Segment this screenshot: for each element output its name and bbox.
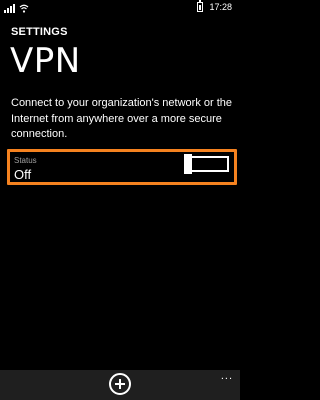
status-bar: 17:28 bbox=[0, 0, 240, 16]
more-options-button[interactable]: ... bbox=[221, 371, 233, 382]
vpn-toggle-switch[interactable] bbox=[184, 154, 229, 174]
battery-icon bbox=[197, 0, 204, 12]
vpn-status-panel[interactable]: Status Off bbox=[7, 149, 237, 185]
page-title: VPN bbox=[10, 41, 81, 81]
vpn-description: Connect to your organization's network o… bbox=[11, 97, 232, 140]
section-label: SETTINGS bbox=[11, 26, 68, 38]
app-bar: ... bbox=[0, 370, 240, 400]
add-circle-icon[interactable] bbox=[109, 373, 131, 395]
clock: 17:28 bbox=[209, 2, 232, 12]
status-value: Off bbox=[14, 167, 32, 182]
signal-icon bbox=[4, 4, 15, 13]
status-label: Status bbox=[14, 156, 37, 165]
wifi-icon bbox=[19, 4, 29, 13]
toggle-thumb[interactable] bbox=[184, 154, 192, 174]
